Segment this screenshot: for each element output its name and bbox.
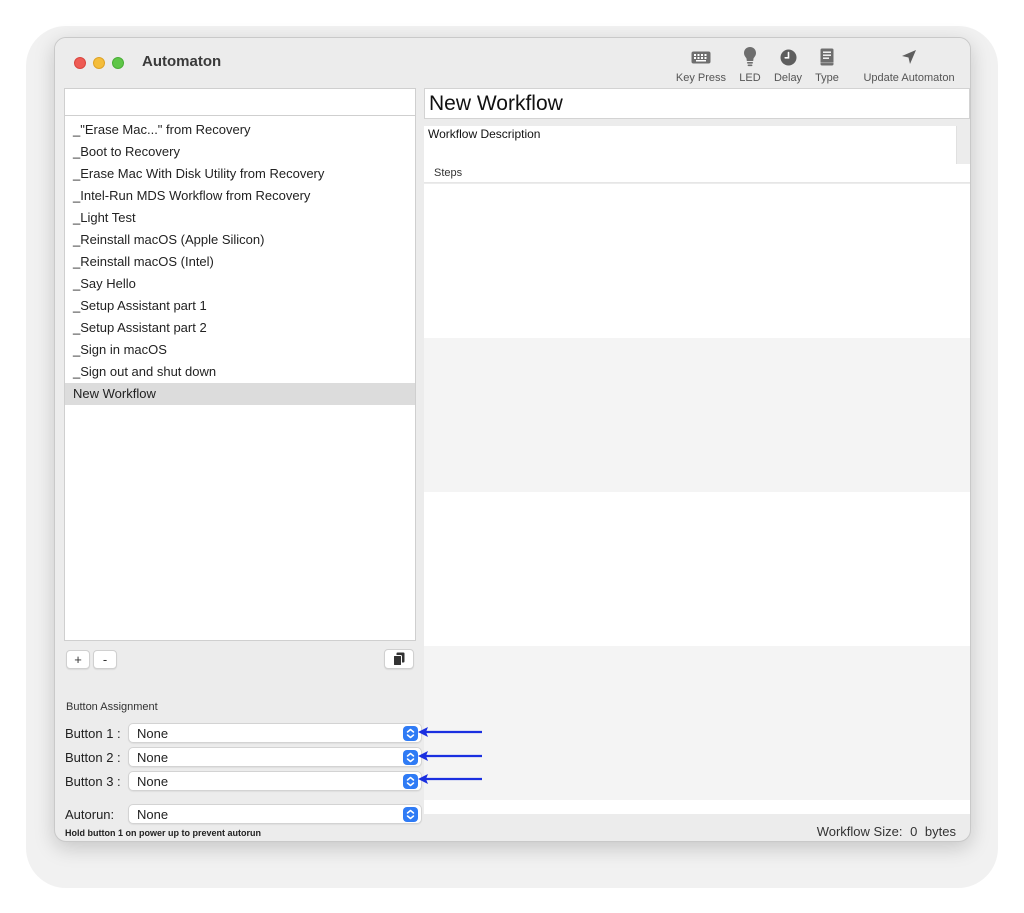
autorun-select[interactable]: None [128, 804, 422, 824]
workflow-list-item[interactable]: _Reinstall macOS (Intel) [65, 251, 415, 273]
steps-row[interactable] [424, 184, 970, 338]
title-bar: Automaton Key Press LED Delay Type Updat… [55, 38, 970, 88]
workflow-list-item[interactable]: _Sign in macOS [65, 339, 415, 361]
toolbar-key-press-button[interactable]: Key Press [675, 46, 727, 84]
toolbar-delay-button[interactable]: Delay [770, 46, 806, 84]
location-arrow-icon [861, 46, 957, 68]
annotation-arrow-icon [418, 751, 482, 761]
workflow-list-item[interactable]: _"Erase Mac..." from Recovery [65, 119, 415, 141]
workflow-list-item-selected[interactable]: New Workflow [65, 383, 415, 405]
steps-row[interactable] [424, 800, 970, 814]
updown-chevron-icon [403, 774, 418, 789]
button-1-label: Button 1 : [65, 726, 121, 741]
workflow-size-value: 0 [910, 824, 918, 839]
toolbar-label: Delay [773, 72, 803, 84]
keyboard-icon [675, 46, 727, 68]
steps-column-header: Steps [424, 164, 970, 183]
app-window: Automaton Key Press LED Delay Type Updat… [54, 37, 971, 842]
lightbulb-icon [735, 46, 765, 68]
workflow-list-item[interactable]: _Light Test [65, 207, 415, 229]
document-icon [812, 46, 842, 68]
workflow-size-unit: bytes [924, 824, 956, 839]
workflow-list-item[interactable]: _Reinstall macOS (Apple Silicon) [65, 229, 415, 251]
workflow-title-field[interactable]: New Workflow [424, 88, 970, 119]
workflow-search-field[interactable] [64, 88, 416, 115]
workflow-list[interactable]: _"Erase Mac..." from Recovery _Boot to R… [64, 115, 416, 641]
select-value: None [137, 750, 169, 765]
clock-icon [770, 46, 806, 68]
button-2-select[interactable]: None [128, 747, 422, 767]
zoom-window-button[interactable] [112, 57, 124, 69]
autorun-hint: Hold button 1 on power up to prevent aut… [65, 828, 261, 838]
updown-chevron-icon [403, 726, 418, 741]
button-assignment-heading: Button Assignment [66, 701, 158, 713]
minimize-window-button[interactable] [93, 57, 105, 69]
updown-chevron-icon [403, 807, 418, 822]
remove-workflow-button[interactable]: - [93, 650, 117, 669]
annotation-arrow-icon [418, 727, 482, 737]
button-3-select[interactable]: None [128, 771, 422, 791]
add-workflow-button[interactable]: + [66, 650, 90, 669]
duplicate-workflow-button[interactable] [384, 649, 414, 669]
workflow-list-item[interactable]: _Setup Assistant part 1 [65, 295, 415, 317]
toolbar-label: Update Automaton [863, 72, 955, 84]
steps-row[interactable] [424, 338, 970, 492]
steps-row[interactable] [424, 492, 970, 646]
copy-icon [393, 652, 405, 670]
select-value: None [137, 807, 169, 822]
workflow-list-item[interactable]: _Boot to Recovery [65, 141, 415, 163]
button-3-label: Button 3 : [65, 774, 121, 789]
select-value: None [137, 774, 169, 789]
workflow-list-item[interactable]: _Setup Assistant part 2 [65, 317, 415, 339]
workflow-list-item[interactable]: _Sign out and shut down [65, 361, 415, 383]
button-2-label: Button 2 : [65, 750, 121, 765]
toolbar-update-automaton-button[interactable]: Update Automaton [861, 46, 957, 84]
workflow-description-field[interactable]: Workflow Description [424, 126, 957, 164]
workflow-list-item[interactable]: _Erase Mac With Disk Utility from Recove… [65, 163, 415, 185]
workflow-list-item[interactable]: _Say Hello [65, 273, 415, 295]
select-value: None [137, 726, 169, 741]
updown-chevron-icon [403, 750, 418, 765]
autorun-label: Autorun: [65, 807, 115, 822]
steps-row[interactable] [424, 646, 970, 800]
toolbar-label: LED [739, 72, 761, 84]
button-1-select[interactable]: None [128, 723, 422, 743]
toolbar-led-button[interactable]: LED [735, 46, 765, 84]
toolbar-type-button[interactable]: Type [812, 46, 842, 84]
toolbar-label: Type [815, 72, 839, 84]
annotation-arrow-icon [418, 774, 482, 784]
workflow-size-label: Workflow Size: [816, 824, 903, 839]
app-title: Automaton [142, 53, 222, 70]
workflow-list-item[interactable]: _Intel-Run MDS Workflow from Recovery [65, 185, 415, 207]
workflow-size-status: Workflow Size: 0 bytes [817, 824, 956, 839]
toolbar-label: Key Press [675, 72, 727, 84]
close-window-button[interactable] [74, 57, 86, 69]
